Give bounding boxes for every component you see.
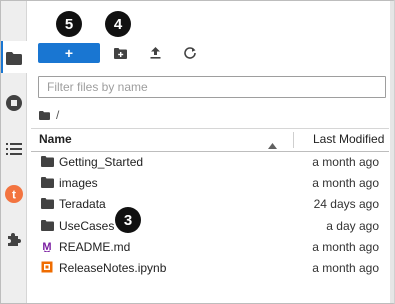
- file-name: README.md: [59, 239, 131, 254]
- filter-input[interactable]: [38, 76, 386, 98]
- table-row[interactable]: M README.md a month ago: [31, 236, 389, 257]
- teradata-icon[interactable]: t: [4, 184, 24, 204]
- new-launcher-label: +: [64, 45, 74, 61]
- list-icon[interactable]: [4, 139, 24, 159]
- file-modified: 24 days ago: [313, 196, 379, 211]
- table-row[interactable]: Teradata 24 days ago: [31, 193, 389, 214]
- table-row[interactable]: images a month ago: [31, 172, 389, 193]
- file-modified: a month ago: [312, 239, 379, 254]
- svg-text:M: M: [42, 241, 51, 252]
- new-launcher-button[interactable]: +: [38, 43, 100, 63]
- column-divider[interactable]: [293, 132, 294, 148]
- folder-icon: [40, 196, 54, 210]
- file-modified: a day ago: [326, 218, 379, 233]
- table-row[interactable]: UseCases a day ago: [31, 215, 389, 236]
- markdown-file-icon: M: [40, 239, 54, 253]
- stop-circle-icon[interactable]: [4, 93, 24, 113]
- file-modified: a month ago: [312, 260, 379, 275]
- refresh-icon[interactable]: [179, 43, 201, 63]
- file-name: Teradata: [59, 196, 106, 211]
- file-modified: a month ago: [312, 175, 379, 190]
- svg-text:t: t: [12, 188, 16, 202]
- notebook-file-icon: [40, 260, 54, 274]
- column-header-name[interactable]: Name: [39, 132, 72, 146]
- folder-icon: [40, 154, 54, 168]
- table-row[interactable]: ReleaseNotes.ipynb a month ago: [31, 257, 389, 278]
- divider: [31, 128, 389, 129]
- file-name: images: [59, 175, 98, 190]
- file-name: UseCases: [59, 218, 115, 233]
- file-browser-panel: t + 5 4 / Name Last Modified Getti: [0, 0, 395, 304]
- callout-badge-4: 4: [105, 11, 131, 37]
- column-header-last-modified[interactable]: Last Modified: [313, 132, 384, 146]
- callout-badge-3: 3: [115, 207, 141, 233]
- breadcrumb: /: [39, 108, 59, 122]
- folder-icon: [40, 175, 54, 189]
- table-row[interactable]: Getting_Started a month ago: [31, 151, 389, 172]
- file-name: Getting_Started: [59, 154, 144, 169]
- breadcrumb-separator: /: [56, 108, 60, 122]
- activity-bar: t: [1, 1, 27, 303]
- scrollbar[interactable]: [390, 1, 394, 303]
- new-folder-icon[interactable]: [109, 43, 131, 63]
- callout-badge-5: 5: [56, 11, 82, 37]
- file-modified: a month ago: [312, 154, 379, 169]
- folder-icon: [40, 218, 54, 232]
- file-name: ReleaseNotes.ipynb: [59, 260, 167, 275]
- extension-icon[interactable]: [4, 230, 24, 250]
- upload-icon[interactable]: [144, 43, 166, 63]
- home-folder-icon[interactable]: [39, 110, 50, 120]
- folder-icon[interactable]: [4, 48, 24, 68]
